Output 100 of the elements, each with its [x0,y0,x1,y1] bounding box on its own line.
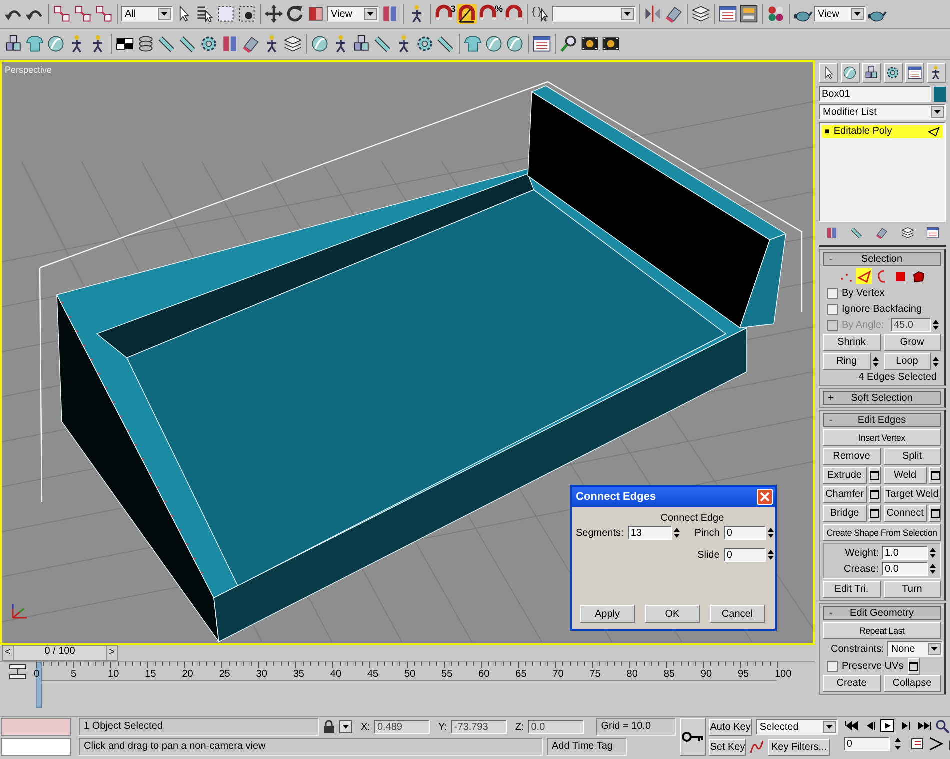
spinner-arrows[interactable] [768,549,776,561]
coordinate-field[interactable]: 0.0 [528,720,584,734]
script-listener-field[interactable] [1,718,71,736]
coordinate-field[interactable]: 0.489 [374,720,430,734]
tube-icon[interactable] [178,34,198,54]
constraints-dropdown[interactable]: None [887,641,944,657]
tube-icon[interactable] [373,34,393,54]
settings-button[interactable] [868,467,880,484]
panel-tab[interactable] [905,63,924,83]
spinner-arrows[interactable] [930,563,938,575]
tube-icon[interactable] [157,34,177,54]
key-mode-dropdown[interactable]: Selected [756,719,838,735]
gear-icon[interactable] [199,34,219,54]
named-selection-dropdown[interactable] [552,6,636,22]
object-color-swatch[interactable] [934,86,946,102]
rotate-icon[interactable] [285,4,305,24]
layers-icon[interactable] [283,34,303,54]
tube-icon[interactable] [436,34,456,54]
panel-button[interactable]: Create Shape From Selection [823,524,941,541]
object-name-field[interactable]: Box01 [819,86,931,102]
sphere-icon[interactable] [310,34,330,54]
subobject-level-button[interactable] [856,268,872,284]
square-icon[interactable] [306,4,326,24]
set-key-text-button[interactable]: Set Key [709,738,746,756]
settings-button[interactable] [929,467,941,484]
number-field[interactable]: 0 [724,548,766,562]
panel-button[interactable]: Target Weld [884,486,941,503]
linked-squares-icon[interactable] [94,4,114,24]
key-filters-button[interactable]: Key Filters... [768,738,830,756]
rollout-header[interactable]: - Edit Edges [823,413,941,427]
time-config-icon[interactable] [910,736,926,752]
auto-key-button[interactable]: Auto Key [709,718,752,736]
spinner-arrows[interactable] [933,319,941,331]
close-button[interactable] [757,489,773,505]
frame-field[interactable]: 0 [844,737,890,751]
panel-button[interactable]: Edit Tri. [823,581,880,598]
move-icon[interactable] [264,4,284,24]
gear-icon[interactable] [415,34,435,54]
window-icon[interactable] [718,4,738,24]
panel-button[interactable]: Split [884,448,941,465]
track-bar-icon[interactable] [9,664,27,680]
linked-squares-icon[interactable] [73,4,93,24]
spinner-arrows[interactable] [674,527,682,539]
number-field[interactable]: 1.0 [882,546,928,560]
modifier-stack[interactable]: ■ Editable Poly [819,122,946,222]
coordinate-field[interactable]: -73.793 [451,720,508,734]
panel-button[interactable]: Connect [884,505,927,522]
layers-icon[interactable] [691,4,712,24]
sphere-icon[interactable] [46,34,66,54]
panel-button[interactable]: Turn [884,581,941,598]
dialog-button[interactable]: Apply [580,605,635,623]
cubes-icon[interactable] [352,34,372,54]
rollout-header[interactable]: - Selection [823,252,941,266]
curve-icon[interactable] [750,740,764,754]
stack-item[interactable]: ■ Editable Poly [822,125,943,138]
selection-filter-dropdown[interactable]: All [121,6,173,22]
checkbox[interactable] [827,304,838,314]
list-cursor-icon[interactable] [195,4,215,24]
window-icon[interactable] [532,34,552,54]
panel-button[interactable]: Loop [884,353,931,370]
mirror-icon[interactable] [643,4,664,24]
linked-squares-icon[interactable] [52,4,72,24]
number-field[interactable]: 0 [724,526,766,540]
disks-icon[interactable] [136,34,156,54]
panel-button[interactable]: Chamfer [823,486,866,503]
search-icon[interactable] [934,718,950,734]
time-tag[interactable]: Add Time Tag [547,738,627,756]
panel-button[interactable]: Insert Vertex [823,429,941,446]
panel-tab[interactable] [926,63,946,83]
render-view-dropdown[interactable]: View [814,6,866,22]
panel-button[interactable]: Ring [823,353,870,370]
dotted-rectangle-icon[interactable] [237,4,257,24]
segments-field[interactable]: 13 [628,526,672,540]
go-to-start-icon[interactable] [844,718,860,734]
panel-button[interactable]: Extrude [823,467,866,484]
next-frame-button[interactable]: > [107,646,117,660]
shirt-icon[interactable] [463,34,483,54]
time-slider-thumb[interactable]: < 0 / 100 > [2,645,118,661]
modifier-list-dropdown[interactable]: Modifier List [819,104,946,120]
cubes-icon[interactable] [4,34,24,54]
panel-button[interactable]: Create [823,675,880,692]
spinner-arrows[interactable] [930,547,938,559]
sphere-icon[interactable] [484,34,504,54]
dialog-button[interactable]: OK [645,605,700,623]
wedge-icon[interactable] [241,34,261,54]
set-key-button[interactable] [680,718,706,756]
panel-button[interactable]: Remove [823,448,880,465]
play-icon[interactable] [880,718,896,734]
panel-button[interactable]: Repeat Last [823,622,941,639]
track-bar[interactable]: 0 5 10 15 20 25 30 35 40 45 50 55 60 65 70 75 80 85 90 95 100 [36,662,791,716]
panel-button[interactable]: Collapse [884,675,941,692]
magnifier-icon[interactable] [559,34,579,54]
panel-tab[interactable] [884,63,903,83]
checkbox[interactable] [827,288,838,298]
dialog-button[interactable]: Cancel [710,605,765,623]
panel-button[interactable]: Weld [884,467,927,484]
panel-button[interactable]: Grow [884,334,941,351]
settings-button[interactable] [929,505,941,522]
shirt-icon[interactable] [25,34,45,54]
coordinate-system-dropdown[interactable]: View [327,6,379,22]
